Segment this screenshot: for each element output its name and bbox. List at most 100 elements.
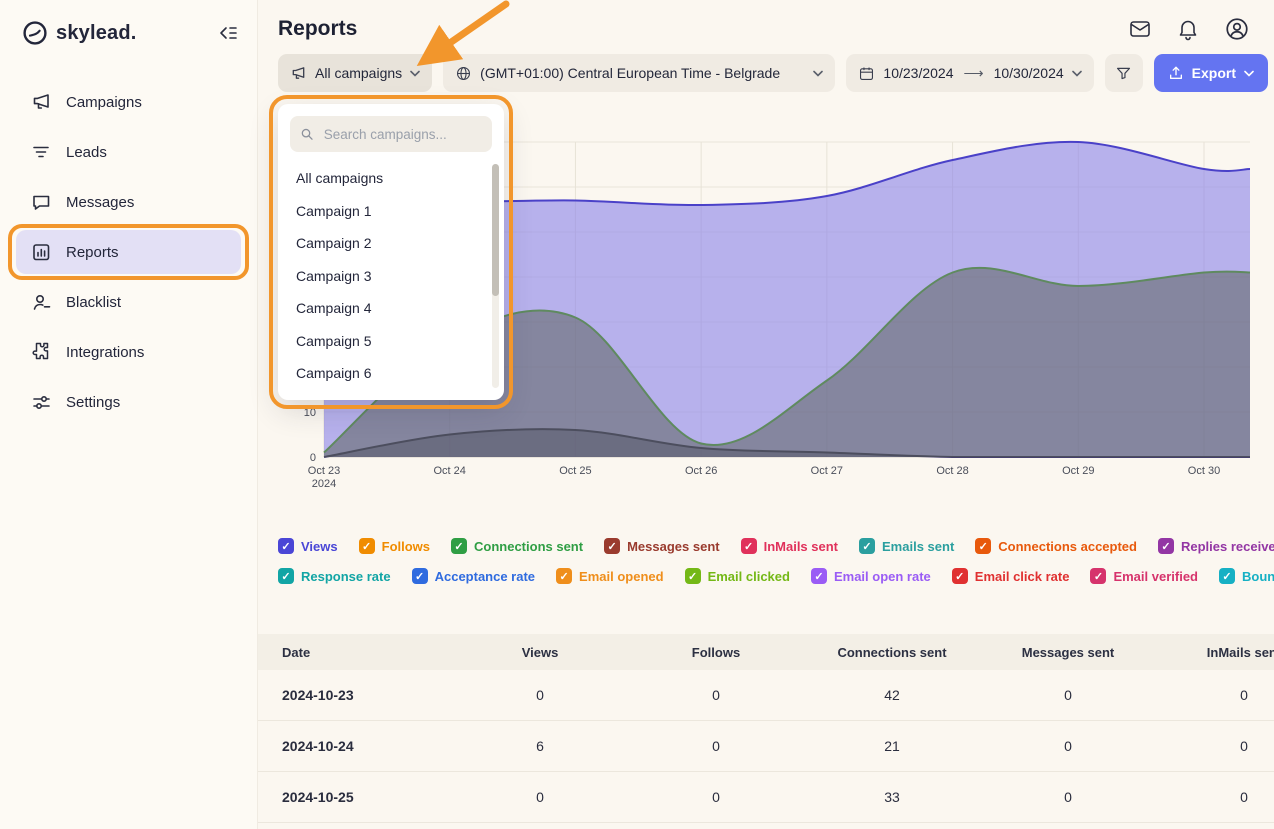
campaign-search-input[interactable] [322,126,482,143]
table-cell: 0 [628,670,804,721]
campaign-list-item[interactable]: Campaign 1 [290,195,492,228]
table-cell: 6 [452,721,628,772]
legend-label: Replies received [1181,539,1274,554]
campaign-dropdown: All campaignsCampaign 1Campaign 2Campaig… [278,104,504,400]
page-title: Reports [278,17,357,41]
legend-item[interactable]: ✓Email clicked [685,568,790,584]
timezone-select[interactable]: (GMT+01:00) Central European Time - Belg… [443,54,835,92]
legend-label: Email opened [579,569,664,584]
legend-checkbox[interactable]: ✓ [359,538,375,554]
svg-text:Oct 27: Oct 27 [811,465,843,477]
top-bar: Reports [258,0,1274,54]
table-header-cell: InMails sent [1156,634,1274,670]
legend-checkbox[interactable]: ✓ [685,568,701,584]
legend-item[interactable]: ✓Email open rate [811,568,931,584]
svg-text:0: 0 [310,452,316,464]
campaign-list-item[interactable]: Campaign 5 [290,325,492,358]
funnel-icon [1115,65,1132,82]
sidebar-item-integrations[interactable]: Integrations [16,330,241,374]
mail-icon[interactable] [1128,17,1152,41]
campaign-search[interactable] [290,116,492,152]
legend-checkbox[interactable]: ✓ [278,568,294,584]
puzzle-icon [30,341,52,363]
legend-label: Connections sent [474,539,583,554]
legend-item[interactable]: ✓ InMails sent [741,538,838,554]
legend-label: Email verified [1113,569,1198,584]
sidebar-item-label: Campaigns [66,94,142,111]
sidebar-item-settings[interactable]: Settings [16,380,241,424]
legend-item[interactable]: ✓ Email verified [1090,568,1198,584]
legend-checkbox[interactable]: ✓ [556,568,572,584]
legend-item[interactable]: ✓Emails sent [859,538,954,554]
legend-checkbox[interactable]: ✓ [604,538,620,554]
legend-item[interactable]: ✓Views [278,538,338,554]
legend-item[interactable]: ✓ Email opened [556,568,664,584]
campaign-list: All campaignsCampaign 1Campaign 2Campaig… [290,162,492,390]
legend-item[interactable]: ✓Connections accepted [975,538,1137,554]
skylead-logo[interactable]: skylead. [22,20,137,46]
campaign-list-item[interactable]: All campaigns [290,162,492,195]
logo-text: skylead. [56,22,137,45]
date-range-picker[interactable]: 10/23/2024 ⟶ 10/30/2024 [846,54,1093,92]
legend-checkbox[interactable]: ✓ [952,568,968,584]
sidebar-item-messages[interactable]: Messages [16,180,241,224]
legend-checkbox[interactable]: ✓ [1219,568,1235,584]
campaign-list-item[interactable]: Campaign 2 [290,227,492,260]
table-cell: 0 [1156,772,1274,823]
bell-icon[interactable] [1176,17,1200,41]
legend-item[interactable]: ✓Bounce rate [1219,568,1274,584]
campaign-list-item[interactable]: Campaign 3 [290,260,492,293]
svg-text:Oct 25: Oct 25 [559,465,591,477]
legend-checkbox[interactable]: ✓ [859,538,875,554]
app-window: skylead. Campaigns Leads [0,0,1274,829]
scrollbar-track[interactable] [492,164,499,388]
table-row: 2024-10-24602100 [258,721,1274,772]
legend-checkbox[interactable]: ✓ [975,538,991,554]
scrollbar-thumb[interactable] [492,164,499,296]
table-cell: 33 [804,772,980,823]
sidebar-item-campaigns[interactable]: Campaigns [16,80,241,124]
svg-text:Oct 23: Oct 23 [308,465,340,477]
table-cell: 0 [980,772,1156,823]
legend-checkbox[interactable]: ✓ [412,568,428,584]
globe-icon [455,65,472,82]
export-label: Export [1192,65,1236,81]
legend-item[interactable]: ✓ Connections sent [451,538,583,554]
date-range-start: 10/23/2024 [883,65,953,81]
legend-label: Acceptance rate [435,569,535,584]
legend-checkbox[interactable]: ✓ [1090,568,1106,584]
legend-checkbox[interactable]: ✓ [278,538,294,554]
legend-item[interactable]: ✓Response rate [278,568,391,584]
sidebar-item-reports[interactable]: Reports [16,230,241,274]
legend-row: ✓Views✓Follows✓Connections sent✓Messages… [278,538,1274,554]
legend-checkbox[interactable]: ✓ [451,538,467,554]
sidebar-item-leads[interactable]: Leads [16,130,241,174]
sidebar-item-blacklist[interactable]: Blacklist [16,280,241,324]
legend-item[interactable]: ✓Follows [359,538,430,554]
legend-item[interactable]: ✓ Replies received [1158,538,1274,554]
table-header-cell: Follows [628,634,804,670]
table-cell: 0 [1156,721,1274,772]
legend-item[interactable]: ✓ Acceptance rate [412,568,535,584]
legend-checkbox[interactable]: ✓ [741,538,757,554]
legend-checkbox[interactable]: ✓ [1158,538,1174,554]
long-arrow-right-icon: ⟶ [962,65,986,82]
account-icon[interactable] [1224,16,1250,42]
collapse-sidebar-icon[interactable] [217,22,239,44]
legend-label: InMails sent [764,539,838,554]
chart-legend: ✓Views✓Follows✓Connections sent✓Messages… [258,538,1274,584]
legend-item[interactable]: ✓Email click rate [952,568,1070,584]
sliders-icon [30,391,52,413]
export-button[interactable]: Export [1154,54,1268,92]
svg-text:2024: 2024 [312,478,336,490]
campaign-filter-button[interactable]: All campaigns [278,54,432,92]
campaign-list-item[interactable]: Campaign 4 [290,292,492,325]
filter-button[interactable] [1105,54,1143,92]
svg-text:Oct 28: Oct 28 [936,465,968,477]
bar-chart-icon [30,241,52,263]
legend-checkbox[interactable]: ✓ [811,568,827,584]
table-header-row: DateViewsFollowsConnections sentMessages… [258,634,1274,670]
table-cell: 2024-10-23 [258,670,452,721]
campaign-list-item[interactable]: Campaign 6 [290,357,492,390]
legend-item[interactable]: ✓Messages sent [604,538,720,554]
